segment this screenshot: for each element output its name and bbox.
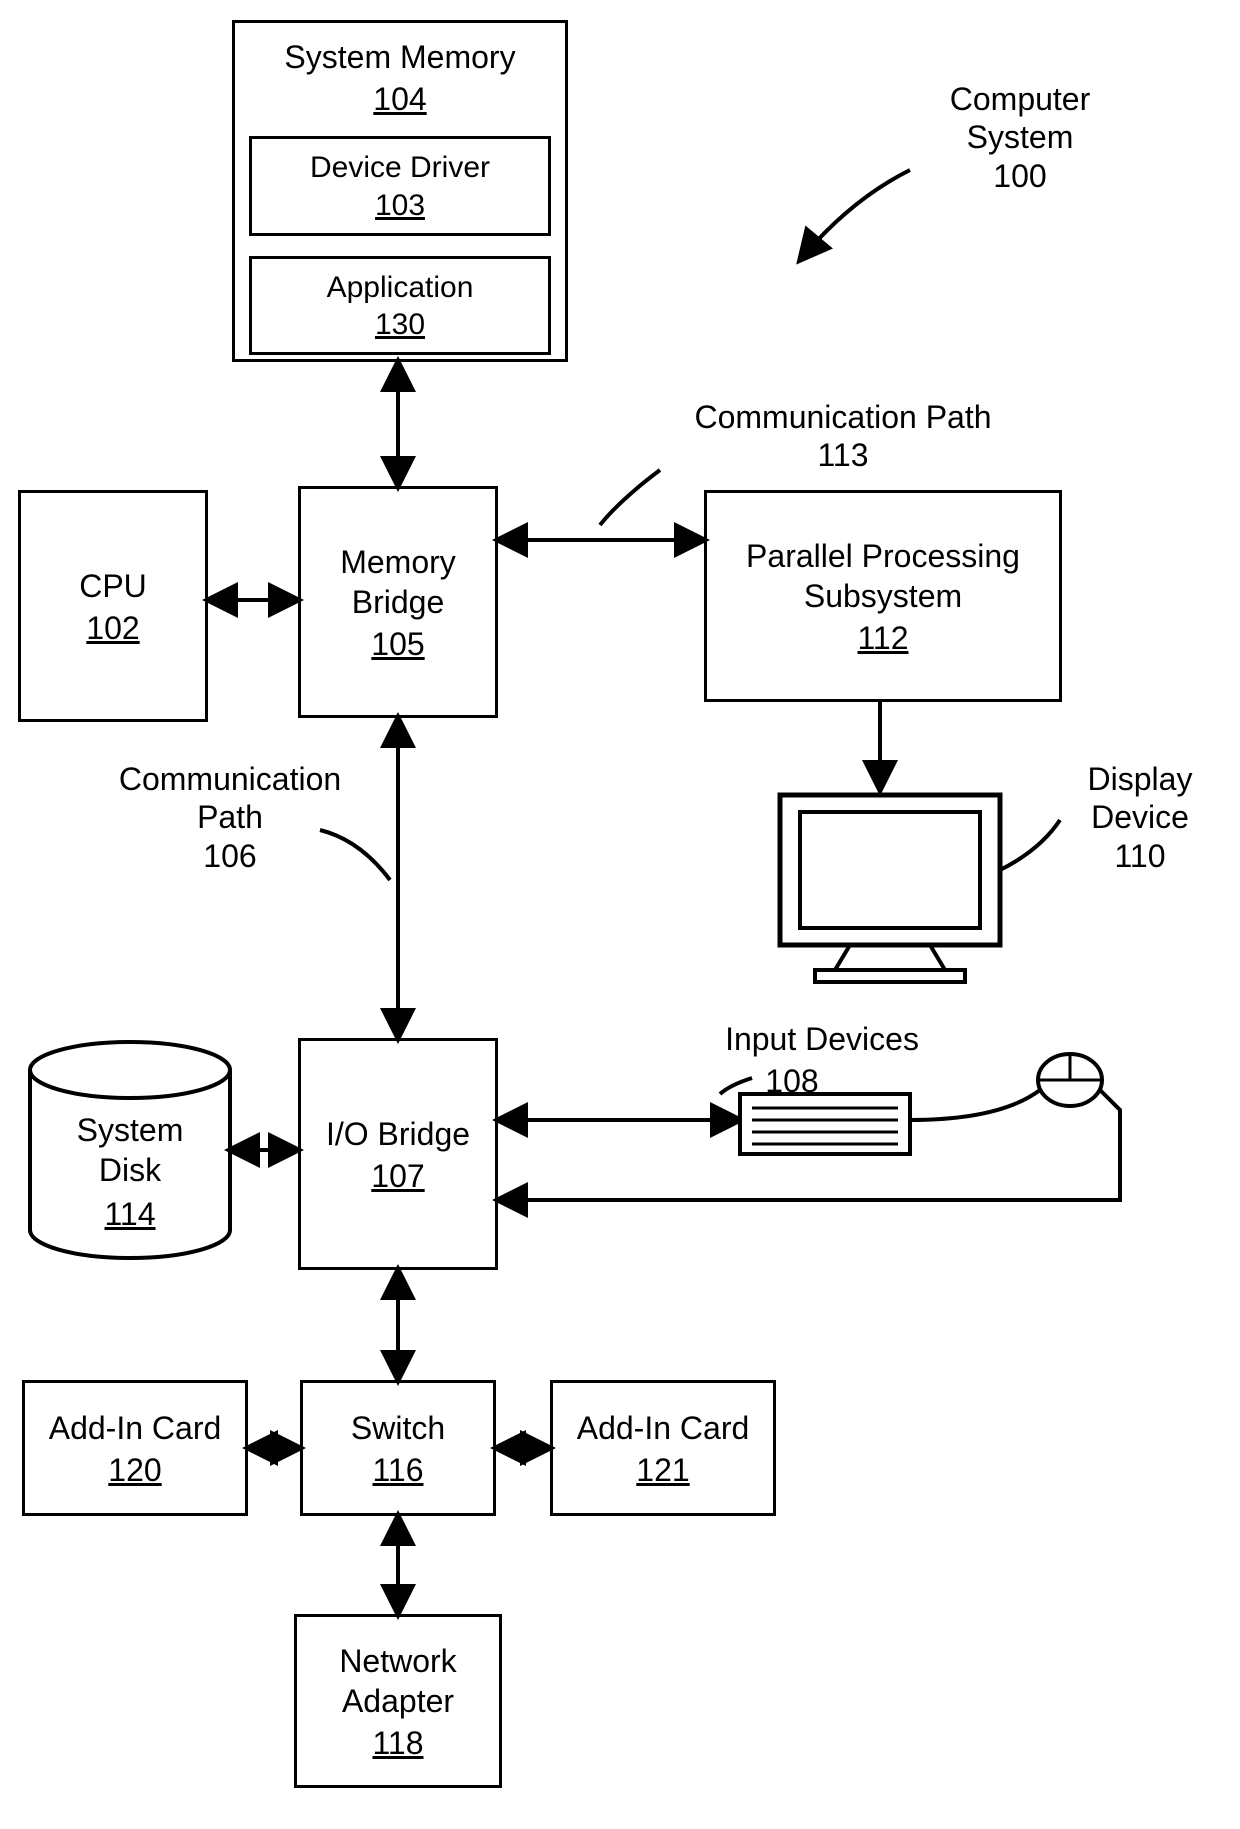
comm-path-106-title: Communication Path — [119, 761, 341, 835]
addin-120-box: Add-In Card 120 — [22, 1380, 248, 1516]
comm-path-113-title: Communication Path — [694, 399, 991, 435]
pps-box: Parallel Processing Subsystem 112 — [704, 490, 1062, 702]
device-driver-title: Device Driver — [270, 149, 530, 187]
addin-120-num: 120 — [108, 1452, 161, 1489]
computer-system-callout-icon — [800, 170, 910, 260]
display-device-num: 110 — [1114, 838, 1165, 874]
system-disk-title: System Disk — [77, 1112, 184, 1188]
comm-path-106-num: 106 — [203, 838, 256, 874]
addin-120-title: Add-In Card — [49, 1408, 222, 1448]
keyboard-to-mouse-wire — [910, 1090, 1040, 1120]
network-adapter-title: Network Adapter — [339, 1641, 456, 1721]
network-adapter-box: Network Adapter 118 — [294, 1614, 502, 1788]
pps-num: 112 — [857, 620, 908, 657]
system-disk-num: 114 — [40, 1194, 220, 1234]
display-monitor-icon — [780, 795, 1000, 982]
computer-system-title: Computer System — [950, 81, 1091, 155]
input-devices-num-label: 108 — [752, 1062, 832, 1100]
network-adapter-num: 118 — [372, 1725, 423, 1762]
io-bridge-num: 107 — [371, 1158, 424, 1195]
system-disk-text: System Disk 114 — [40, 1110, 220, 1234]
input-devices-title: Input Devices — [725, 1021, 919, 1057]
system-memory-box: System Memory 104 Device Driver 103 Appl… — [232, 20, 568, 362]
comm-path-113-leader — [600, 470, 660, 525]
keyboard-icon — [740, 1094, 910, 1154]
connectors-overlay — [0, 0, 1240, 1829]
application-title: Application — [270, 269, 530, 307]
switch-title: Switch — [351, 1408, 445, 1448]
application-box: Application 130 — [249, 256, 551, 356]
io-bridge-box: I/O Bridge 107 — [298, 1038, 498, 1270]
application-num: 130 — [270, 308, 530, 342]
comm-path-106-label: Communication Path 106 — [100, 760, 360, 875]
computer-system-num: 100 — [993, 158, 1046, 194]
conn-mouse-iobridge — [498, 1090, 1120, 1200]
io-bridge-title: I/O Bridge — [326, 1114, 470, 1154]
addin-121-num: 121 — [636, 1452, 689, 1489]
device-driver-num: 103 — [270, 189, 530, 223]
memory-bridge-box: Memory Bridge 105 — [298, 486, 498, 718]
device-driver-box: Device Driver 103 — [249, 136, 551, 236]
computer-system-label: Computer System 100 — [920, 80, 1120, 195]
system-memory-title: System Memory — [284, 37, 515, 77]
input-devices-label: Input Devices — [692, 1020, 952, 1058]
addin-121-box: Add-In Card 121 — [550, 1380, 776, 1516]
memory-bridge-num: 105 — [371, 626, 424, 663]
comm-path-113-num: 113 — [817, 437, 868, 473]
display-device-label: Display Device 110 — [1060, 760, 1220, 875]
switch-box: Switch 116 — [300, 1380, 496, 1516]
cpu-box: CPU 102 — [18, 490, 208, 722]
display-device-title: Display Device — [1088, 761, 1193, 835]
pps-title: Parallel Processing Subsystem — [746, 536, 1020, 616]
input-devices-num: 108 — [765, 1063, 818, 1099]
memory-bridge-title: Memory Bridge — [340, 542, 456, 622]
addin-121-title: Add-In Card — [577, 1408, 750, 1448]
switch-num: 116 — [372, 1452, 423, 1489]
diagram-canvas: System Memory 104 Device Driver 103 Appl… — [0, 0, 1240, 1829]
input-devices-leader — [720, 1078, 752, 1094]
cpu-num: 102 — [86, 610, 139, 647]
system-memory-num: 104 — [373, 81, 426, 118]
cpu-title: CPU — [79, 566, 147, 606]
comm-path-113-label: Communication Path 113 — [658, 398, 1028, 475]
display-device-leader — [1000, 820, 1060, 870]
mouse-icon — [1038, 1054, 1102, 1106]
